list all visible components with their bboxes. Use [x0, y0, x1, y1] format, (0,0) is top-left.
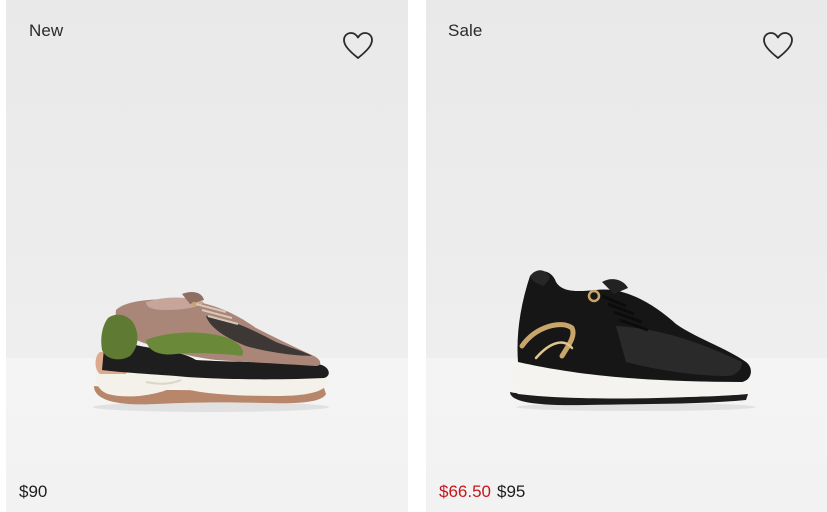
- product-price: $90: [19, 482, 48, 501]
- price-row: $66.50 $95: [439, 482, 525, 502]
- price-row: $90: [19, 482, 47, 502]
- sale-price: $66.50: [439, 482, 491, 501]
- product-image[interactable]: [506, 266, 756, 414]
- heart-icon[interactable]: [342, 31, 374, 61]
- product-grid: New $90 Sale $66.50 $95: [0, 0, 827, 512]
- product-badge: New: [29, 21, 64, 40]
- product-card[interactable]: Sale $66.50 $95: [426, 0, 827, 512]
- product-image[interactable]: [86, 290, 334, 415]
- heart-icon[interactable]: [762, 31, 794, 61]
- product-card[interactable]: New $90: [6, 0, 408, 512]
- product-badge: Sale: [448, 21, 483, 40]
- product-price: $95: [497, 482, 526, 501]
